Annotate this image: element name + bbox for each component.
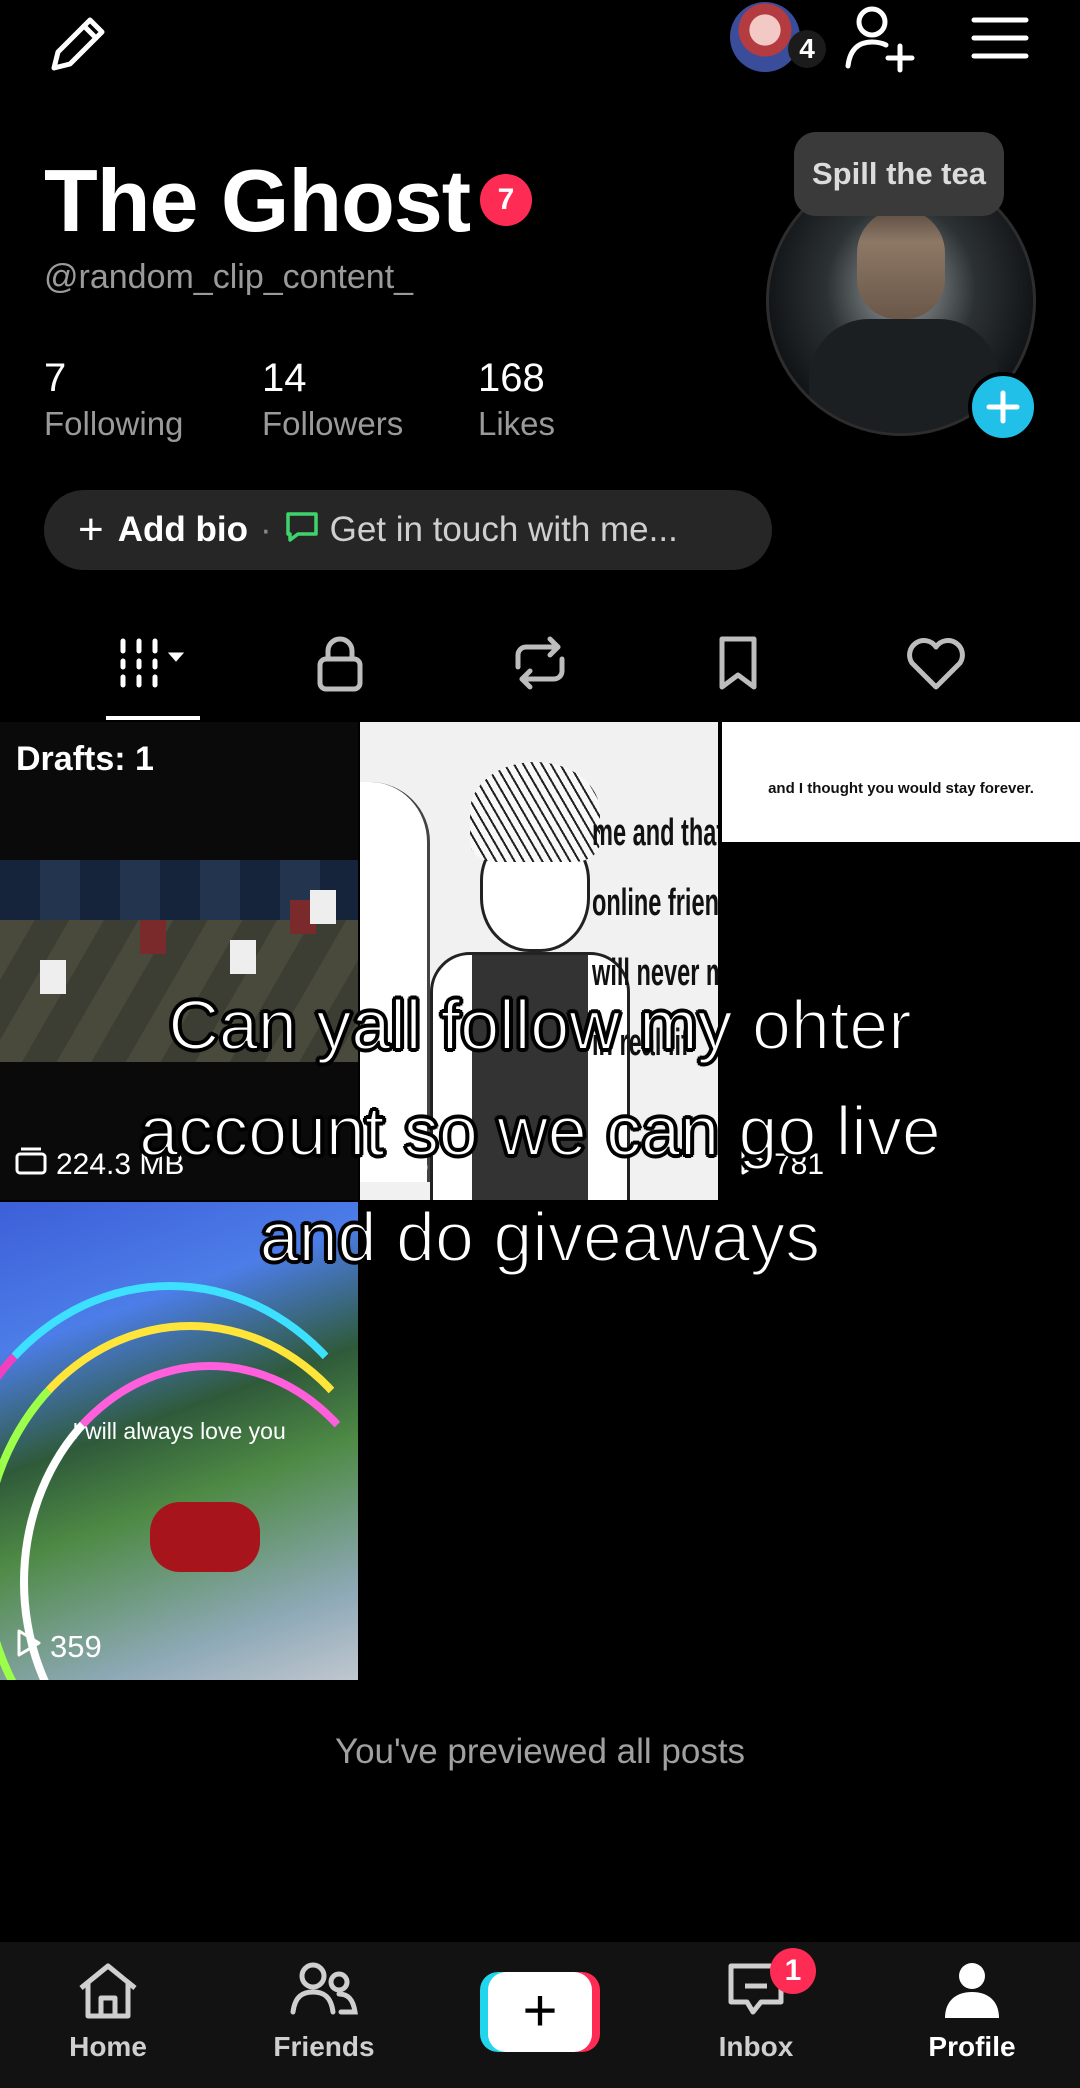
- nav-home[interactable]: Home: [18, 1960, 198, 2063]
- bio-pill[interactable]: + Add bio · Get in touch with me...: [44, 490, 772, 570]
- friends-icon: [289, 1960, 359, 2025]
- meme-text-line: me and that: [592, 812, 718, 854]
- create-plus-icon: +: [488, 1972, 592, 2052]
- nav-profile-label: Profile: [928, 2031, 1016, 2062]
- post-thumbnail[interactable]: and I thought you would stay forever.: [722, 722, 1080, 842]
- post-caption: I will always love you: [72, 1418, 286, 1444]
- nav-inbox[interactable]: Inbox: [666, 1960, 846, 2063]
- nav-profile[interactable]: Profile: [882, 1960, 1062, 2063]
- nav-friends-label: Friends: [273, 2031, 375, 2062]
- create-post-button[interactable]: +: [480, 1972, 600, 2052]
- stat-likes[interactable]: 168 Likes: [478, 356, 555, 443]
- notification-badge: 7: [480, 174, 532, 226]
- bookmark-icon: [714, 633, 762, 698]
- drafts-label: Drafts: 1: [16, 740, 154, 778]
- play-icon: [14, 1628, 42, 1666]
- overlay-caption-line: and do giveaways: [259, 1197, 821, 1277]
- all-posts-previewed-text: You've previewed all posts: [334, 1732, 746, 1771]
- nav-inbox-label: Inbox: [718, 2031, 794, 2062]
- followers-label: Followers: [262, 405, 404, 442]
- overlay-caption: Can yall follow my ohter account so we c…: [0, 972, 1080, 1290]
- active-tab-indicator: [106, 716, 200, 720]
- videos-grid-icon: [109, 633, 199, 698]
- heart-icon: [904, 633, 968, 698]
- tab-videos[interactable]: [104, 630, 204, 700]
- view-count-value: 359: [50, 1629, 102, 1664]
- following-count: 7: [44, 356, 67, 400]
- add-story-button[interactable]: [968, 372, 1038, 442]
- account-count-badge: 4: [788, 30, 826, 68]
- following-label: Following: [44, 405, 184, 442]
- nav-home-label: Home: [69, 2031, 147, 2062]
- home-icon: [73, 1960, 143, 2025]
- get-in-touch-button[interactable]: Get in touch with me...: [330, 510, 678, 550]
- edit-profile-icon[interactable]: [44, 6, 116, 78]
- stat-following[interactable]: 7 Following: [44, 356, 183, 443]
- story-tooltip[interactable]: Spill the tea: [794, 132, 1004, 216]
- overlay-caption-line: Can yall follow my ohter: [167, 985, 912, 1065]
- lock-icon: [312, 633, 368, 698]
- likes-count: 168: [478, 356, 545, 400]
- inbox-badge: 1: [770, 1948, 816, 1994]
- overlay-caption-line: account so we can go live: [138, 1091, 942, 1171]
- tab-favorites[interactable]: [688, 630, 788, 700]
- tab-reposts[interactable]: [490, 630, 590, 700]
- likes-label: Likes: [478, 405, 556, 442]
- nav-friends[interactable]: Friends: [234, 1960, 414, 2063]
- tab-private[interactable]: [290, 630, 390, 700]
- menu-icon[interactable]: [968, 12, 1032, 64]
- chat-bubble-icon: [284, 508, 320, 553]
- plus-icon: +: [78, 505, 104, 554]
- username: @random_clip_content_: [44, 258, 414, 296]
- stat-followers[interactable]: 14 Followers: [262, 356, 403, 443]
- tab-liked[interactable]: [886, 630, 986, 700]
- profile-person-icon: [937, 1960, 1007, 2025]
- repost-icon: [508, 633, 572, 698]
- post-text: and I thought you would stay forever.: [768, 780, 1034, 797]
- display-name: The Ghost: [44, 151, 471, 250]
- account-switcher-avatar[interactable]: [730, 2, 800, 72]
- add-friend-icon[interactable]: [842, 2, 922, 74]
- add-bio-button[interactable]: Add bio: [118, 510, 248, 550]
- followers-count: 14: [262, 356, 307, 400]
- meme-text-line: online frien: [592, 882, 718, 924]
- bio-separator: ·: [259, 510, 272, 549]
- view-count: 359: [14, 1628, 102, 1666]
